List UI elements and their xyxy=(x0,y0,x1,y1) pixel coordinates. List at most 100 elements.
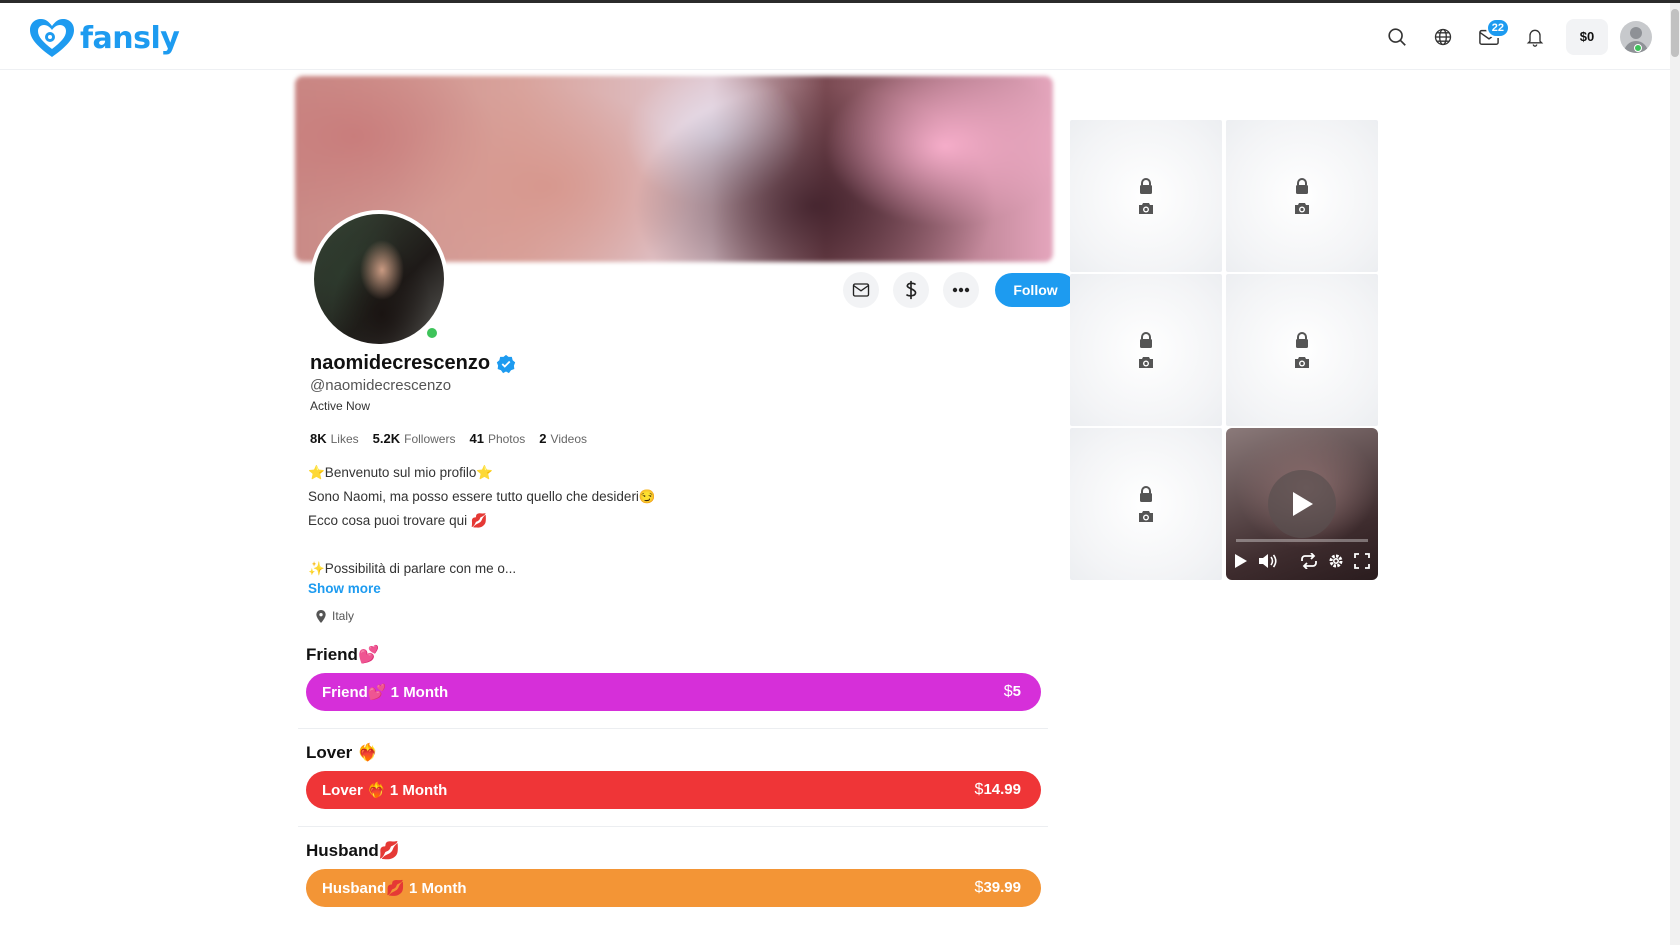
camera-icon xyxy=(1139,510,1153,522)
volume-icon[interactable] xyxy=(1258,553,1278,569)
tier-title-friend: Friend💕 xyxy=(306,645,380,664)
price-value: 39.99 xyxy=(983,879,1021,896)
loop-icon[interactable] xyxy=(1300,553,1318,569)
display-name: naomidecrescenzo xyxy=(310,352,491,374)
tier-price: $39.99 xyxy=(975,879,1021,897)
stat-value: 41 xyxy=(469,431,484,446)
video-progress-bar[interactable] xyxy=(1236,539,1368,542)
show-more-link[interactable]: Show more xyxy=(308,581,381,596)
profile-bio: ⭐Benvenuto sul mio profilo⭐ Sono Naomi, … xyxy=(308,461,656,581)
lock-icon xyxy=(1140,177,1152,194)
play-icon xyxy=(1293,492,1313,516)
brand-name: fansly xyxy=(80,20,180,56)
locked-media-tile[interactable] xyxy=(1226,120,1378,272)
bio-line: ✨Possibilità di parlare con me o... xyxy=(308,561,517,576)
locked-media-tile[interactable] xyxy=(1070,120,1222,272)
media-preview-grid xyxy=(1070,120,1380,580)
stat-label: Videos xyxy=(550,432,588,446)
camera-icon xyxy=(1139,356,1153,368)
ellipsis-icon xyxy=(952,287,970,293)
video-preview-tile[interactable] xyxy=(1226,428,1378,580)
profile-location: Italy xyxy=(316,609,354,623)
profile-actions: Follow xyxy=(843,272,1076,308)
stat-label: Followers xyxy=(404,432,456,446)
follow-button[interactable]: Follow xyxy=(995,273,1076,307)
bio-line: Ecco cosa puoi trovare qui 💋 xyxy=(308,513,488,528)
verified-badge-icon xyxy=(496,354,516,373)
tier-price: $14.99 xyxy=(975,781,1021,799)
search-button[interactable] xyxy=(1374,14,1420,60)
tier-title-husband: Husband💋 xyxy=(306,841,400,860)
envelope-icon xyxy=(852,283,870,297)
location-pin-icon xyxy=(316,609,326,623)
location-text: Italy xyxy=(332,609,355,623)
messages-button[interactable]: 22 xyxy=(1466,14,1512,60)
stat-value: 8K xyxy=(310,431,327,446)
header-actions: 22 $0 xyxy=(1374,3,1670,70)
profile-handle: @naomidecrescenzo xyxy=(310,377,452,394)
locked-media-tile[interactable] xyxy=(1070,274,1222,426)
bio-line: ⭐Benvenuto sul mio profilo⭐ xyxy=(308,465,494,480)
large-play-button[interactable] xyxy=(1268,470,1336,538)
stat-likes: 8K Likes xyxy=(310,431,359,446)
tier-label: Husband💋 1 Month xyxy=(322,880,467,897)
price-value: 5 xyxy=(1012,683,1021,700)
fansly-heart-logo-icon xyxy=(30,19,74,57)
stat-videos[interactable]: 2 Videos xyxy=(539,431,587,446)
top-navbar: fansly 22 $0 xyxy=(0,3,1670,70)
lock-icon xyxy=(1296,331,1308,348)
locked-media-tile[interactable] xyxy=(1070,428,1222,580)
globe-icon xyxy=(1434,28,1452,45)
tier-title-lover: Lover ❤️‍🔥 xyxy=(306,743,379,762)
language-button[interactable] xyxy=(1420,14,1466,60)
tier-label: Friend💕 1 Month xyxy=(322,684,449,701)
currency-symbol: $ xyxy=(1003,683,1013,700)
lock-icon xyxy=(1140,331,1152,348)
messages-badge: 22 xyxy=(1485,17,1510,38)
user-online-indicator xyxy=(1634,44,1642,52)
wallet-balance-button[interactable]: $0 xyxy=(1566,18,1608,55)
settings-icon[interactable] xyxy=(1328,553,1344,569)
tier-price: $5 xyxy=(1004,683,1021,701)
camera-icon xyxy=(1295,202,1309,214)
fansly-logo[interactable]: fansly xyxy=(28,17,180,59)
page-scrollbar[interactable] xyxy=(1670,3,1680,945)
stat-label: Photos xyxy=(487,432,526,446)
subscribe-husband-button[interactable]: Husband💋 1 Month $39.99 xyxy=(306,869,1041,907)
online-status-dot xyxy=(425,326,439,340)
tip-button[interactable] xyxy=(893,272,929,308)
lock-icon xyxy=(1140,485,1152,502)
tier-divider xyxy=(298,826,1048,827)
stat-photos[interactable]: 41 Photos xyxy=(469,431,525,446)
subscribe-lover-button[interactable]: Lover ❤️‍🔥 1 Month $14.99 xyxy=(306,771,1041,809)
stat-value: 2 xyxy=(539,431,547,446)
search-icon xyxy=(1388,27,1406,46)
more-options-button[interactable] xyxy=(943,272,979,308)
avatar-head xyxy=(1630,26,1642,39)
profile-stats: 8K Likes 5.2K Followers 41 Photos 2 Videos xyxy=(310,431,587,446)
fullscreen-icon[interactable] xyxy=(1354,553,1370,569)
scrollbar-thumb[interactable] xyxy=(1671,9,1679,57)
price-value: 14.99 xyxy=(983,781,1021,798)
video-controls-right xyxy=(1300,553,1370,569)
stat-value: 5.2K xyxy=(372,431,401,446)
tier-label: Lover ❤️‍🔥 1 Month xyxy=(322,782,448,799)
bio-line-blank xyxy=(308,533,656,557)
locked-media-tile[interactable] xyxy=(1226,274,1378,426)
activity-status: Active Now xyxy=(310,399,371,413)
video-controls-left xyxy=(1234,553,1278,569)
camera-icon xyxy=(1295,356,1309,368)
dollar-icon xyxy=(905,280,917,300)
bell-icon xyxy=(1526,29,1544,47)
subscribe-friend-button[interactable]: Friend💕 1 Month $5 xyxy=(306,673,1041,711)
profile-name-row: naomidecrescenzo xyxy=(310,352,516,375)
video-controls xyxy=(1234,548,1370,574)
bio-line: Sono Naomi, ma posso essere tutto quello… xyxy=(308,489,656,504)
play-icon[interactable] xyxy=(1234,553,1248,569)
stat-followers[interactable]: 5.2K Followers xyxy=(373,431,456,446)
stat-label: Likes xyxy=(330,432,359,446)
message-button[interactable] xyxy=(843,272,879,308)
camera-icon xyxy=(1139,202,1153,214)
lock-icon xyxy=(1296,177,1308,194)
notifications-button[interactable] xyxy=(1512,14,1558,60)
